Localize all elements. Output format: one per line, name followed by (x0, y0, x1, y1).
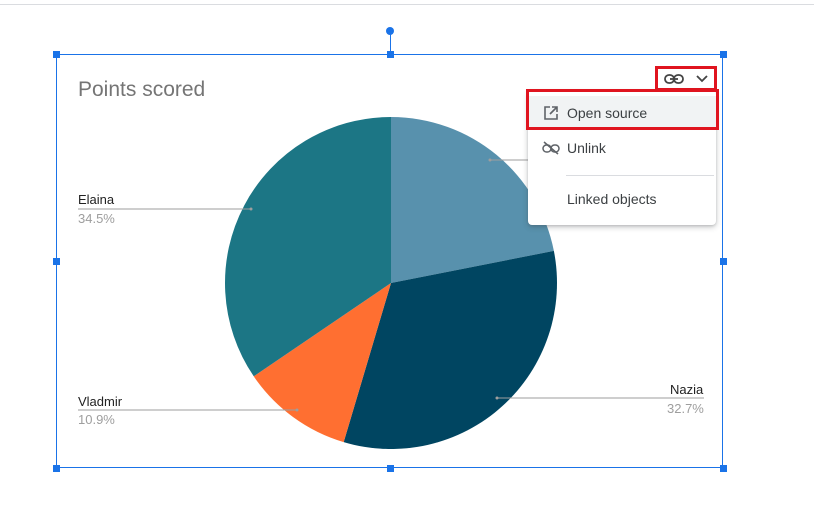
link-icon[interactable] (663, 73, 684, 85)
leader-dot-nazia (495, 396, 499, 400)
chevron-down-icon[interactable] (695, 74, 709, 84)
menu-item-label: Linked objects (567, 191, 657, 207)
label-elaina-pct: 34.5% (78, 211, 115, 226)
highlight-open-source (526, 89, 719, 130)
leader-dot-vladmir (295, 408, 299, 412)
label-nazia-pct: 32.7% (667, 401, 704, 416)
menu-item-label: Unlink (567, 140, 606, 156)
menu-item-unlink[interactable]: Unlink (528, 131, 716, 165)
leader-dot-elaina (249, 207, 253, 211)
label-elaina-name: Elaina (78, 192, 115, 207)
link-off-icon (542, 139, 560, 157)
linked-chart-control[interactable] (655, 66, 717, 91)
leader-dot-top (488, 158, 492, 162)
menu-divider (566, 175, 714, 176)
menu-item-linked-objects[interactable]: Linked objects (528, 182, 716, 216)
label-nazia-name: Nazia (670, 382, 704, 397)
label-vladmir-pct: 10.9% (78, 412, 115, 427)
label-vladmir-name: Vladmir (78, 394, 123, 409)
